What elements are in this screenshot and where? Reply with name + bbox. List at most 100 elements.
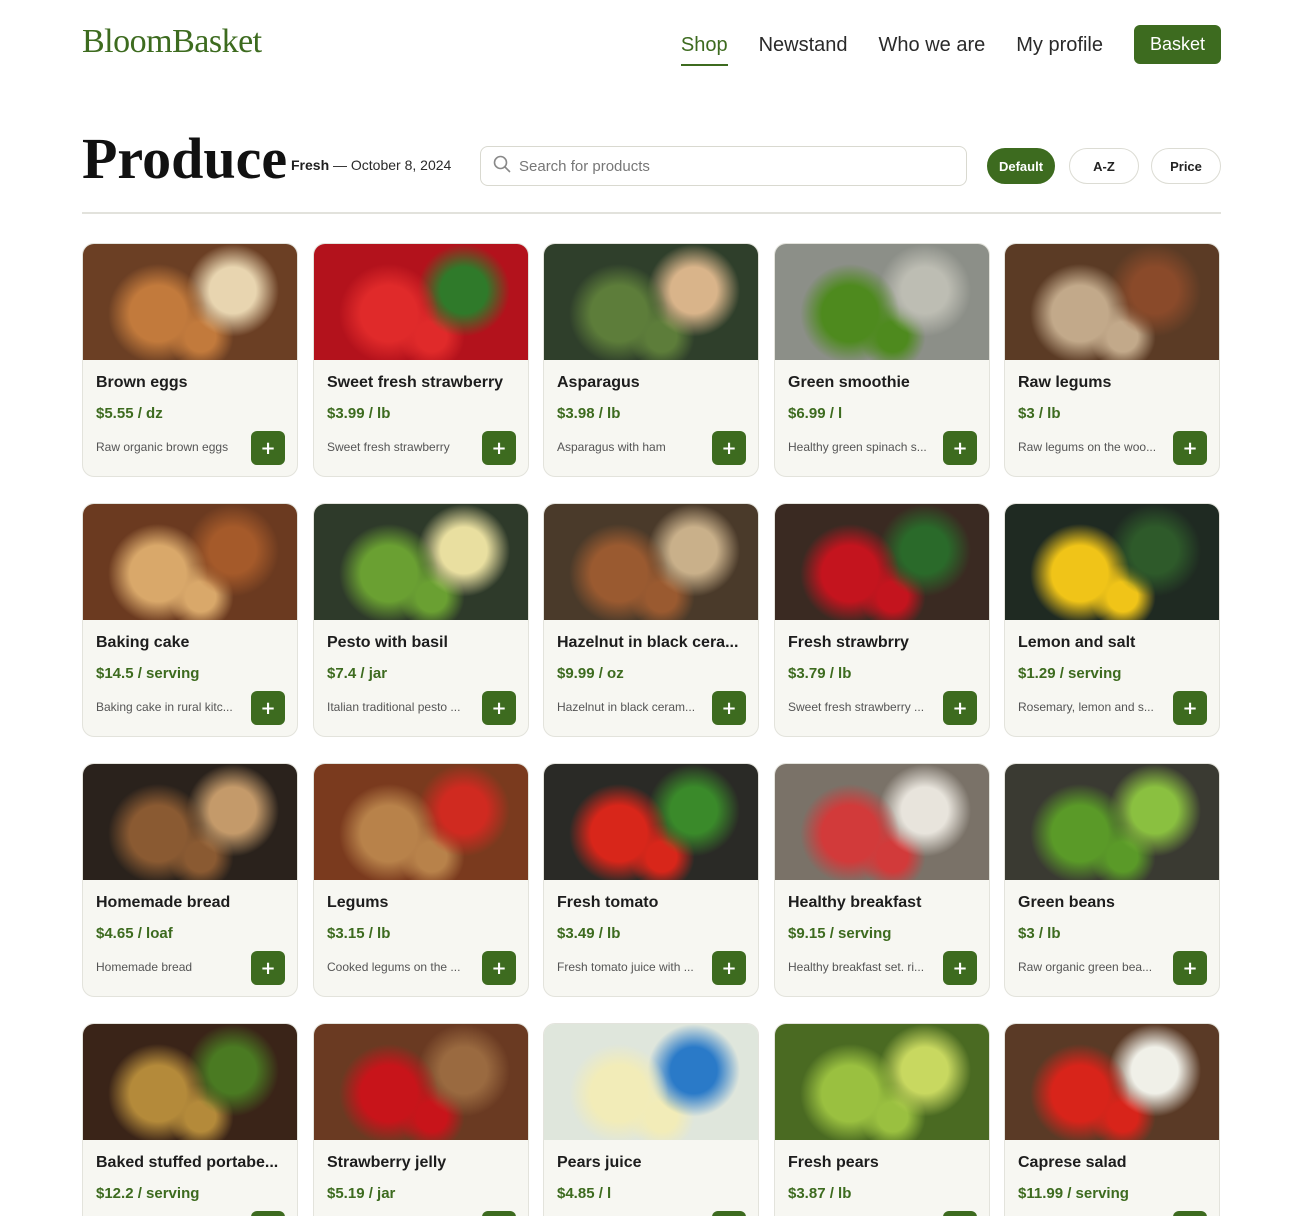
add-to-basket-button[interactable]: +: [943, 431, 977, 465]
product-price: $3.98 / lb: [557, 405, 621, 422]
product-name[interactable]: Homemade bread: [96, 894, 288, 912]
product-name[interactable]: Raw legums: [1018, 374, 1210, 392]
product-price: $3.49 / lb: [557, 925, 621, 942]
product-image[interactable]: [544, 764, 758, 880]
add-to-basket-button[interactable]: +: [482, 951, 516, 985]
product-name[interactable]: Asparagus: [557, 374, 749, 392]
product-card[interactable]: Healthy breakfast $9.15 / serving Healthy …: [774, 763, 990, 997]
add-to-basket-button[interactable]: +: [251, 1211, 285, 1216]
nav-my-profile[interactable]: My profile: [1016, 26, 1103, 64]
product-image[interactable]: [1005, 504, 1219, 620]
add-to-basket-button[interactable]: +: [482, 1211, 516, 1216]
product-name[interactable]: Green beans: [1018, 894, 1210, 912]
product-name[interactable]: Sweet fresh strawberry: [327, 374, 519, 392]
product-image[interactable]: [83, 1024, 297, 1140]
product-name[interactable]: Baked stuffed portabe...: [96, 1154, 288, 1172]
product-card[interactable]: Sweet fresh strawberry $3.99 / lb Sweet fr…: [313, 243, 529, 477]
product-image[interactable]: [775, 1024, 989, 1140]
product-name[interactable]: Hazelnut in black cera...: [557, 634, 749, 652]
product-name[interactable]: Healthy breakfast: [788, 894, 980, 912]
add-to-basket-button[interactable]: +: [712, 1211, 746, 1216]
basket-button[interactable]: Basket: [1133, 25, 1221, 64]
add-to-basket-button[interactable]: +: [712, 951, 746, 985]
product-image[interactable]: [775, 504, 989, 620]
product-image[interactable]: [775, 764, 989, 880]
product-name[interactable]: Strawberry jelly: [327, 1154, 519, 1172]
product-card[interactable]: Hazelnut in black cera... $9.99 / oz Hazel…: [543, 503, 759, 737]
product-price: $5.19 / jar: [327, 1185, 396, 1202]
sort-default-button[interactable]: Default: [987, 148, 1055, 184]
product-card[interactable]: Green beans $3 / lb Raw organic green bea.…: [1004, 763, 1220, 997]
product-name[interactable]: Pesto with basil: [327, 634, 519, 652]
add-to-basket-button[interactable]: +: [712, 691, 746, 725]
add-to-basket-button[interactable]: +: [482, 691, 516, 725]
product-name[interactable]: Green smoothie: [788, 374, 980, 392]
product-card[interactable]: Pesto with basil $7.4 / jar Italian tradit…: [313, 503, 529, 737]
add-to-basket-button[interactable]: +: [943, 1211, 977, 1216]
product-name[interactable]: Fresh tomato: [557, 894, 749, 912]
product-card[interactable]: Baking cake $14.5 / serving Baking cake in…: [82, 503, 298, 737]
product-name[interactable]: Fresh pears: [788, 1154, 980, 1172]
product-name[interactable]: Baking cake: [96, 634, 288, 652]
product-image[interactable]: [1005, 1024, 1219, 1140]
search-input[interactable]: [519, 157, 939, 175]
product-card[interactable]: Asparagus $3.98 / lb Asparagus with ham +: [543, 243, 759, 477]
add-to-basket-button[interactable]: +: [1173, 951, 1207, 985]
product-price: $9.15 / serving: [788, 925, 892, 942]
product-image[interactable]: [314, 1024, 528, 1140]
product-name[interactable]: Caprese salad: [1018, 1154, 1210, 1172]
nav-who-we-are[interactable]: Who we are: [879, 26, 986, 64]
product-card[interactable]: Homemade bread $4.65 / loaf Homemade bread…: [82, 763, 298, 997]
product-card[interactable]: Brown eggs $5.55 / dz Raw organic brown eg…: [82, 243, 298, 477]
product-image[interactable]: [775, 244, 989, 360]
product-image[interactable]: [83, 244, 297, 360]
product-description: Raw organic green bea...: [1018, 960, 1153, 974]
product-card[interactable]: Caprese salad $11.99 / serving +: [1004, 1023, 1220, 1216]
add-to-basket-button[interactable]: +: [1173, 691, 1207, 725]
sort-price-button[interactable]: Price: [1151, 148, 1221, 184]
product-name[interactable]: Legums: [327, 894, 519, 912]
product-name[interactable]: Brown eggs: [96, 374, 288, 392]
product-image[interactable]: [1005, 244, 1219, 360]
product-card[interactable]: Fresh tomato $3.49 / lb Fresh tomato juice…: [543, 763, 759, 997]
product-card[interactable]: Baked stuffed portabe... $12.2 / serving +: [82, 1023, 298, 1216]
search-box[interactable]: [480, 146, 967, 186]
product-image[interactable]: [83, 764, 297, 880]
add-to-basket-button[interactable]: +: [943, 691, 977, 725]
product-price: $3.87 / lb: [788, 1185, 852, 1202]
nav-newstand[interactable]: Newstand: [759, 26, 848, 64]
product-name[interactable]: Fresh strawbrry: [788, 634, 980, 652]
product-name[interactable]: Lemon and salt: [1018, 634, 1210, 652]
add-to-basket-button[interactable]: +: [251, 431, 285, 465]
product-description: Italian traditional pesto ...: [327, 700, 461, 714]
product-price: $3 / lb: [1018, 405, 1061, 422]
product-image[interactable]: [544, 1024, 758, 1140]
product-price: $3 / lb: [1018, 925, 1061, 942]
add-to-basket-button[interactable]: +: [251, 951, 285, 985]
add-to-basket-button[interactable]: +: [251, 691, 285, 725]
product-image[interactable]: [544, 504, 758, 620]
product-card[interactable]: Legums $3.15 / lb Cooked legums on the ...…: [313, 763, 529, 997]
add-to-basket-button[interactable]: +: [1173, 431, 1207, 465]
product-card[interactable]: Green smoothie $6.99 / l Healthy green spi…: [774, 243, 990, 477]
product-image[interactable]: [314, 504, 528, 620]
add-to-basket-button[interactable]: +: [1173, 1211, 1207, 1216]
product-card[interactable]: Fresh pears $3.87 / lb +: [774, 1023, 990, 1216]
brand-logo[interactable]: BloomBasket: [82, 22, 262, 62]
product-image[interactable]: [1005, 764, 1219, 880]
product-image[interactable]: [314, 244, 528, 360]
add-to-basket-button[interactable]: +: [712, 431, 746, 465]
product-image[interactable]: [314, 764, 528, 880]
product-image[interactable]: [83, 504, 297, 620]
product-card[interactable]: Lemon and salt $1.29 / serving Rosemary, l…: [1004, 503, 1220, 737]
nav-shop[interactable]: Shop: [680, 26, 728, 66]
product-name[interactable]: Pears juice: [557, 1154, 749, 1172]
product-card[interactable]: Raw legums $3 / lb Raw legums on the woo..…: [1004, 243, 1220, 477]
sort-az-button[interactable]: A-Z: [1069, 148, 1139, 184]
product-image[interactable]: [544, 244, 758, 360]
product-card[interactable]: Pears juice $4.85 / l +: [543, 1023, 759, 1216]
product-card[interactable]: Strawberry jelly $5.19 / jar +: [313, 1023, 529, 1216]
add-to-basket-button[interactable]: +: [482, 431, 516, 465]
add-to-basket-button[interactable]: +: [943, 951, 977, 985]
product-card[interactable]: Fresh strawbrry $3.79 / lb Sweet fresh str…: [774, 503, 990, 737]
